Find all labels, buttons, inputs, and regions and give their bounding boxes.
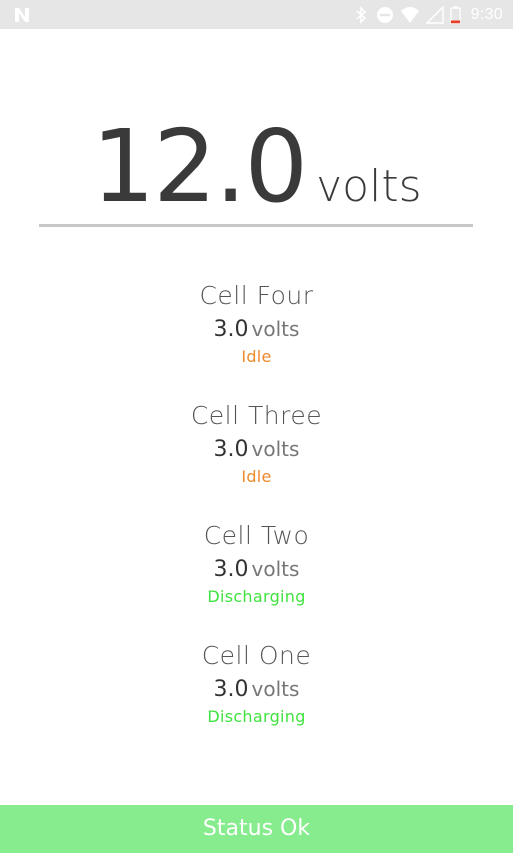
cell-voltage: 3.0 volts (0, 554, 513, 584)
cell-name: Cell One (201, 641, 312, 670)
divider (39, 224, 473, 227)
cell-status: Idle (241, 347, 272, 366)
cell-three: Cell Three 3.0 volts Idle (0, 398, 513, 518)
cell-voltage-unit: volts (251, 437, 300, 461)
cell-list: Cell Four 3.0 volts Idle Cell Three 3.0 vo… (0, 278, 513, 758)
system-status-bar: 9:30 (0, 0, 513, 29)
cell-name: Cell Three (190, 401, 323, 430)
notification-n-icon (15, 8, 29, 22)
cellular-icon (425, 5, 444, 24)
bluetooth-icon (356, 5, 366, 24)
cell-four: Cell Four 3.0 volts Idle (0, 278, 513, 398)
status-ok-label: Status Ok (202, 816, 311, 841)
cell-one: Cell One 3.0 volts Discharging (0, 638, 513, 758)
cell-two: Cell Two 3.0 volts Discharging (0, 518, 513, 638)
cell-voltage-value: 3.0 (213, 557, 249, 582)
cell-voltage: 3.0 volts (0, 314, 513, 344)
battery-low-icon (449, 5, 461, 24)
cell-voltage-value: 3.0 (213, 437, 249, 462)
cell-voltage-unit: volts (251, 677, 300, 701)
clock-time: 9:30 (470, 5, 503, 23)
cell-voltage: 3.0 volts (0, 674, 513, 704)
cell-voltage-value: 3.0 (213, 677, 249, 702)
cell-status: Discharging (207, 587, 306, 606)
wifi-icon (400, 6, 419, 23)
total-voltage-unit: volts (316, 161, 422, 212)
total-voltage-value: 12.0 (91, 108, 308, 225)
cell-name: Cell Two (203, 521, 310, 550)
total-voltage: 12.0 volts (0, 108, 513, 225)
cell-status: Idle (241, 467, 272, 486)
cell-status: Discharging (207, 707, 306, 726)
do-not-disturb-icon (376, 6, 393, 23)
cell-name: Cell Four (199, 281, 314, 310)
cell-voltage-value: 3.0 (213, 317, 249, 342)
cell-voltage-unit: volts (251, 317, 300, 341)
cell-voltage-unit: volts (251, 557, 300, 581)
cell-voltage: 3.0 volts (0, 434, 513, 464)
status-ok-bar[interactable]: Status Ok (0, 805, 513, 853)
